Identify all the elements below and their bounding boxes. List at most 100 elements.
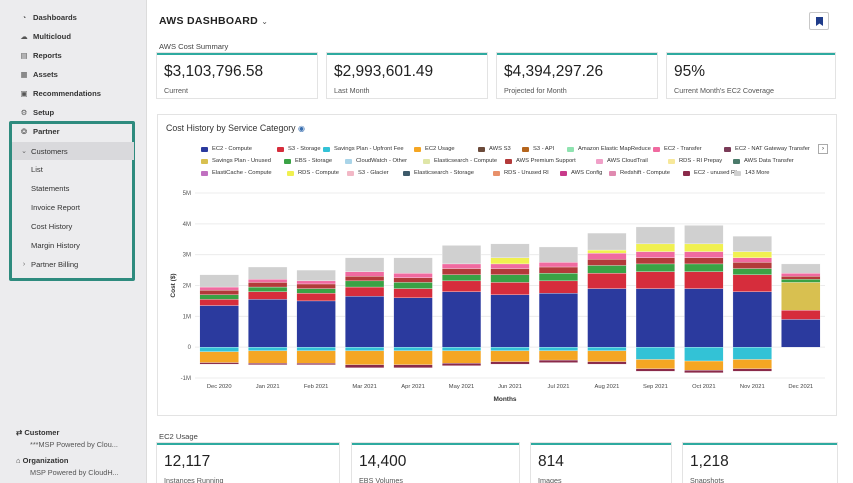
legend-swatch <box>505 158 512 164</box>
card-value: 95% <box>674 63 706 80</box>
legend-label: EC2 - unused RI <box>694 170 737 176</box>
ec2-usage-card[interactable]: 1,218 Snapshots <box>683 443 837 483</box>
sidebar-item-recommendations[interactable]: ▣ Recommendations <box>0 84 147 102</box>
reports-icon: ▤ <box>20 50 28 60</box>
legend-item[interactable]: AWS CloudTrail <box>596 158 648 164</box>
cost-summary-card[interactable]: $3,103,796.58 Current <box>157 53 317 98</box>
customer-title: Customer <box>24 428 60 437</box>
card-value: 1,218 <box>690 453 729 470</box>
legend-label: RDS - Compute <box>298 170 339 176</box>
legend-item[interactable]: Elasticsearch - Compute <box>423 158 497 164</box>
legend-item[interactable]: EC2 - Compute <box>201 146 252 152</box>
legend-label: RDS - RI Prepay <box>679 158 723 164</box>
card-label: EBS Volumes <box>359 476 403 483</box>
legend-label: RDS - Unused RI <box>504 170 549 176</box>
legend-item[interactable]: EBS - Storage <box>284 158 332 164</box>
chevron-right-icon: › <box>22 260 26 268</box>
legend-swatch <box>201 170 208 176</box>
legend-item[interactable]: Savings Plan - Upfront Fee <box>323 146 404 152</box>
legend-item[interactable]: AWS Config <box>560 170 602 176</box>
card-label: Projected for Month <box>504 86 567 95</box>
ec2-usage-card[interactable]: 814 Images <box>531 443 671 483</box>
legend-item[interactable]: EC2 - unused RI <box>683 170 737 176</box>
legend-swatch <box>596 158 603 164</box>
sidebar-item-cost-history[interactable]: Cost History <box>31 217 72 235</box>
sidebar-item-label: Dashboards <box>33 12 77 22</box>
legend-item[interactable]: RDS - Unused RI <box>493 170 549 176</box>
legend-item[interactable]: AWS Premium Support <box>505 158 576 164</box>
sidebar-item-multicloud[interactable]: ☁ Multicloud <box>0 27 147 45</box>
card-value: 12,117 <box>164 453 211 470</box>
legend-item[interactable]: RDS - RI Prepay <box>668 158 722 164</box>
legend-item[interactable]: Redshift - Compute <box>609 170 670 176</box>
legend-item[interactable]: CloudWatch - Other <box>345 158 407 164</box>
legend-item[interactable]: ElastiCache - Compute <box>201 170 272 176</box>
sidebar-item-label: Assets <box>33 69 58 79</box>
legend-label: Elasticsearch - Storage <box>414 170 474 176</box>
cost-summary-card[interactable]: 95% Current Month's EC2 Coverage <box>667 53 835 98</box>
sidebar-item-dashboards[interactable]: ◔ Dashboards <box>0 8 147 26</box>
sidebar-item-label: Reports <box>33 50 62 60</box>
legend-label: CloudWatch - Other <box>356 158 408 164</box>
sidebar-item-invoice-report[interactable]: Invoice Report <box>31 198 80 216</box>
sidebar-item-assets[interactable]: ▦ Assets <box>0 65 147 83</box>
legend-swatch <box>478 146 485 152</box>
legend-swatch <box>284 158 291 164</box>
chevron-down-icon: ⌄ <box>21 148 27 155</box>
legend-item[interactable]: S3 - Storage <box>277 146 321 152</box>
legend-item[interactable]: S3 - Glacier <box>347 170 389 176</box>
sidebar-item-customers[interactable]: ⌄ Customers <box>12 142 134 160</box>
legend-swatch <box>323 146 330 152</box>
legend-item[interactable]: S3 - API <box>522 146 554 152</box>
legend-label: Savings Plan - Unused <box>212 158 271 164</box>
sidebar-item-statements[interactable]: Statements <box>31 179 69 197</box>
legend-label: ElastiCache - Compute <box>212 170 272 176</box>
legend-swatch <box>683 170 690 176</box>
card-label: Snapshots <box>690 476 724 483</box>
legend-item[interactable]: EC2 Usage <box>414 146 455 152</box>
legend-item[interactable]: RDS - Compute <box>287 170 339 176</box>
organization-selector[interactable]: ⌂ Organization MSP Powered by CloudH... <box>16 456 119 477</box>
card-label: Current <box>164 86 188 95</box>
legend-item[interactable]: Elasticsearch - Storage <box>403 170 474 176</box>
ec2-usage-card[interactable]: 14,400 EBS Volumes <box>352 443 519 483</box>
customer-selector[interactable]: ⇄ Customer ***MSP Powered by Clou... <box>16 428 118 449</box>
legend-item[interactable]: EC2 - NAT Gateway Transfer <box>724 146 810 152</box>
switch-icon: ⇄ <box>16 428 23 437</box>
ec2-usage-card[interactable]: 12,117 Instances Running <box>157 443 339 483</box>
sidebar-item-margin-history[interactable]: Margin History <box>31 236 80 254</box>
legend-swatch <box>403 170 410 176</box>
legend-item[interactable]: Amazon Elastic MapReduce <box>567 146 651 152</box>
card-value: $4,394,297.26 <box>504 63 604 80</box>
legend-swatch <box>201 158 208 164</box>
legend-item[interactable]: 143 More <box>734 170 770 176</box>
sidebar-item-label: Setup <box>33 107 55 117</box>
legend-swatch <box>522 146 529 152</box>
card-label: Instances Running <box>164 476 224 483</box>
legend-label: EC2 - NAT Gateway Transfer <box>735 146 810 152</box>
legend-item[interactable]: AWS Data Transfer <box>733 158 794 164</box>
organization-title: Organization <box>22 456 69 465</box>
legend-swatch <box>493 170 500 176</box>
sidebar-item-label: Multicloud <box>33 31 71 41</box>
page-title[interactable]: AWS DASHBOARD ⌄ <box>159 15 268 27</box>
legend-item[interactable]: AWS S3 <box>478 146 511 152</box>
eye-icon[interactable]: ◉ <box>298 124 305 133</box>
ec2-usage-label: EC2 Usage <box>159 432 198 441</box>
sidebar-item-reports[interactable]: ▤ Reports <box>0 46 147 64</box>
sidebar-item-partner-billing[interactable]: › Partner Billing <box>17 255 78 273</box>
legend-label: EC2 - Compute <box>212 146 252 152</box>
sidebar-item-list[interactable]: List <box>31 160 43 178</box>
cost-summary-card[interactable]: $2,993,601.49 Last Month <box>327 53 487 98</box>
bookmark-button[interactable] <box>809 12 829 30</box>
cloud-icon: ☁ <box>20 31 28 41</box>
chart-title: Cost History by Service Category ◉ <box>166 123 305 133</box>
legend-next-button[interactable]: › <box>818 144 828 154</box>
main-content: AWS DASHBOARD ⌄ AWS Cost Summary $3,103,… <box>147 0 853 483</box>
sidebar-item-setup[interactable]: ⚙ Setup <box>0 103 147 121</box>
card-label: Last Month <box>334 86 370 95</box>
legend-label: AWS Premium Support <box>516 158 576 164</box>
legend-item[interactable]: EC2 - Transfer <box>653 146 702 152</box>
legend-item[interactable]: Savings Plan - Unused <box>201 158 271 164</box>
cost-summary-card[interactable]: $4,394,297.26 Projected for Month <box>497 53 657 98</box>
